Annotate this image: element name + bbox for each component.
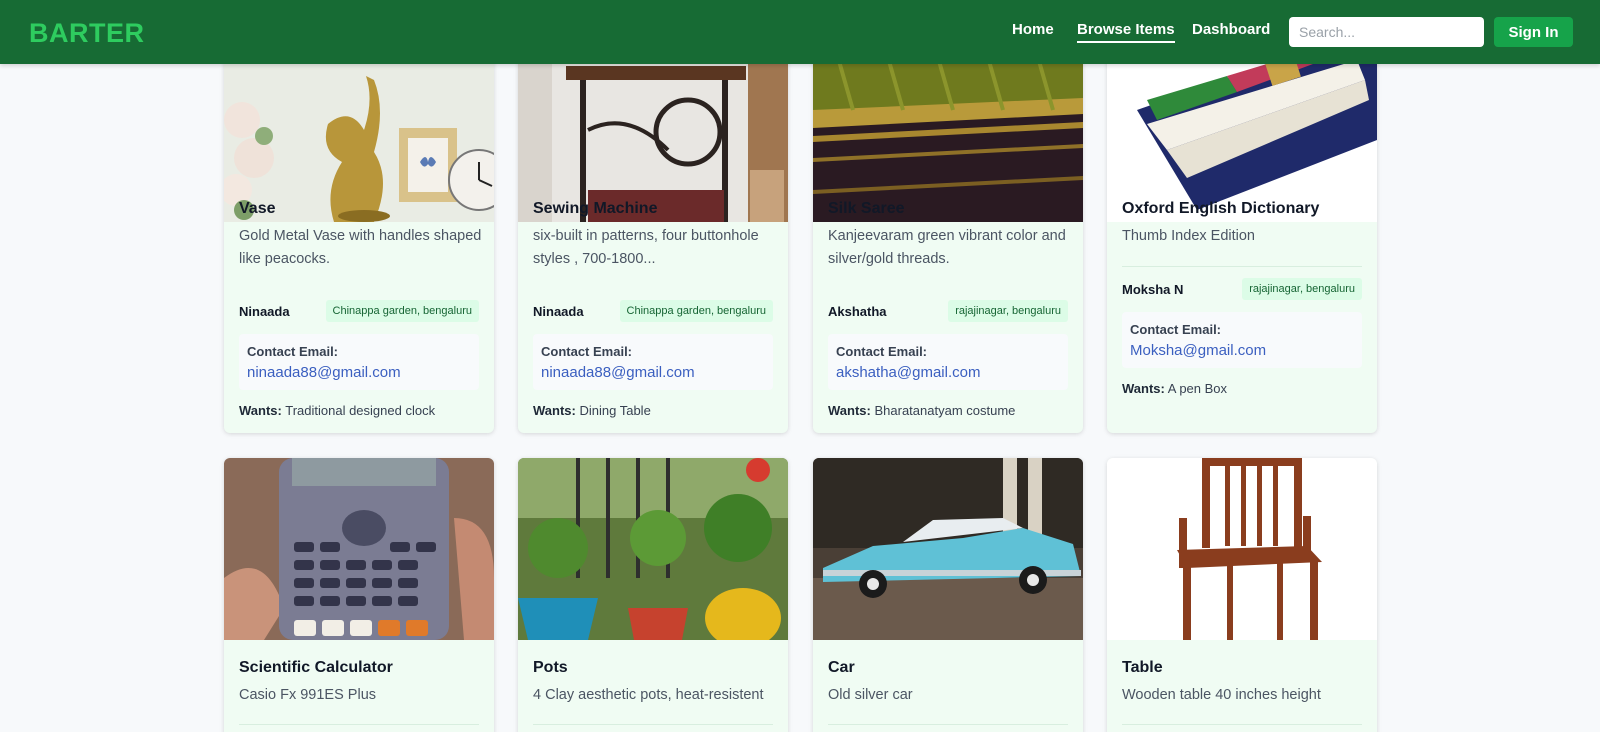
contact-email-link[interactable]: ninaada88@gmail.com [247,364,401,381]
contact-box: Contact Email: ninaada88@gmail.com [239,334,479,390]
location-badge: Chinappa garden, bengaluru [619,300,773,322]
vase-image [224,40,494,222]
contact-email-link[interactable]: akshatha@gmail.com [836,364,980,381]
item-owner: Akshatha [828,304,887,319]
item-title: Oxford English Dictionary [1122,200,1320,217]
sign-in-button[interactable]: Sign In [1494,17,1573,47]
item-description: 4 Clay aesthetic pots, heat-resistent [533,687,764,703]
wants-label: Wants: [1122,381,1165,396]
item-description: Gold Metal Vase with handles shaped like… [239,228,482,267]
item-wants: Wants: A pen Box [1122,381,1227,396]
item-wants: Wants: Dining Table [533,403,651,418]
calculator-image [224,458,494,640]
item-title: Scientific Calculator [239,659,393,676]
plant-pots-image [518,458,788,640]
saree-image [813,40,1083,222]
card-divider [828,724,1068,725]
wants-label: Wants: [533,403,576,418]
item-card[interactable]: Car Old silver car [813,458,1083,732]
card-divider [533,724,773,725]
item-description: six-built in patterns, four buttonhole s… [533,228,759,267]
item-title: Silk Saree [828,200,905,217]
item-card[interactable]: Pots 4 Clay aesthetic pots, heat-resiste… [518,458,788,732]
item-owner: Ninaada [239,304,290,319]
wooden-chair-image [1107,458,1377,640]
card-divider [1122,266,1362,267]
item-wants: Wants: Traditional designed clock [239,403,435,418]
contact-email-label: Contact Email: [836,344,928,359]
wants-label: Wants: [828,403,871,418]
contact-email-label: Contact Email: [541,344,633,359]
contact-box: Contact Email: Moksha@gmail.com [1122,312,1362,368]
brand-logo[interactable]: BARTER [29,18,145,49]
item-title: Sewing Machine [533,200,658,217]
card-divider [1122,724,1362,725]
item-card[interactable]: Table Wooden table 40 inches height [1107,458,1377,732]
nav-dashboard-link[interactable]: Dashboard [1192,21,1270,38]
item-title: Pots [533,659,568,676]
wants-value: A pen Box [1167,381,1228,396]
item-owner: Ninaada [533,304,584,319]
item-description: Thumb Index Edition [1122,228,1255,244]
wants-value: Bharatanatyam costume [874,403,1016,418]
wants-value: Traditional designed clock [285,403,436,418]
item-owner: Moksha N [1122,282,1184,297]
item-description: Kanjeevaram green vibrant color and silv… [828,228,1066,267]
search-input[interactable] [1289,17,1484,47]
item-card[interactable]: Oxford English Dictionary Thumb Index Ed… [1107,40,1377,433]
nav-home-link[interactable]: Home [1012,21,1054,38]
item-card[interactable]: Vase Gold Metal Vase with handles shaped… [224,40,494,433]
item-description: Wooden table 40 inches height [1122,687,1321,703]
contact-box: Contact Email: ninaada88@gmail.com [533,334,773,390]
location-badge: rajajinagar, bengaluru [1242,278,1362,300]
contact-email-link[interactable]: ninaada88@gmail.com [541,364,695,381]
wants-value: Dining Table [579,403,651,418]
item-title: Car [828,659,855,676]
vintage-car-image [813,458,1083,640]
wants-label: Wants: [239,403,282,418]
item-wants: Wants: Bharatanatyam costume [828,403,1015,418]
item-title: Vase [239,200,276,217]
item-card[interactable]: Sewing Machine six-built in patterns, fo… [518,40,788,433]
contact-box: Contact Email: akshatha@gmail.com [828,334,1068,390]
sewing-machine-image [518,40,788,222]
contact-email-label: Contact Email: [247,344,339,359]
item-card[interactable]: Silk Saree Kanjeevaram green vibrant col… [813,40,1083,433]
top-navbar: BARTER Home Browse Items Dashboard Sign … [0,0,1600,64]
item-description: Old silver car [828,687,913,703]
contact-email-label: Contact Email: [1130,322,1222,337]
contact-email-link[interactable]: Moksha@gmail.com [1130,342,1266,359]
location-badge: Chinappa garden, bengaluru [325,300,479,322]
dictionary-image [1107,40,1377,222]
card-divider [239,724,479,725]
location-badge: rajajinagar, bengaluru [948,300,1068,322]
item-description: Casio Fx 991ES Plus [239,687,377,703]
item-title: Table [1122,659,1163,676]
nav-browse-items-link[interactable]: Browse Items [1077,21,1175,43]
item-card[interactable]: Scientific Calculator Casio Fx 991ES Plu… [224,458,494,732]
